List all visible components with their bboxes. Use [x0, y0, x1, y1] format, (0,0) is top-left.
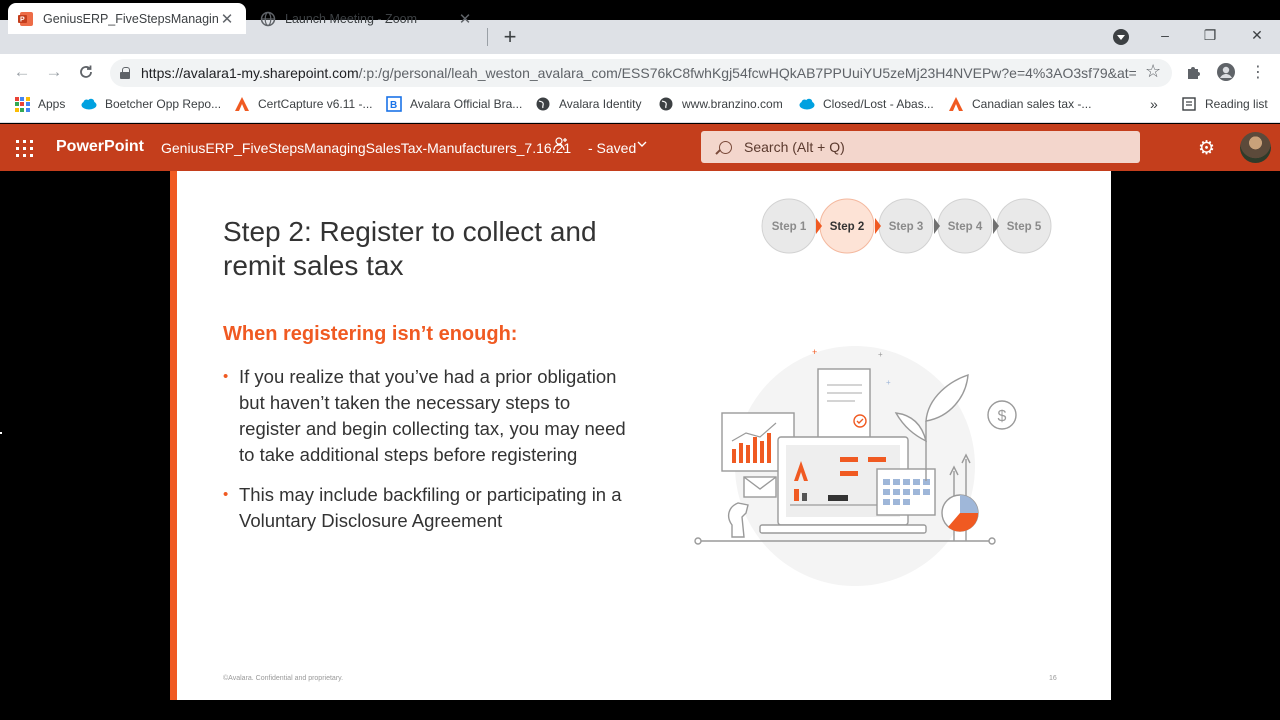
chevron-down-icon[interactable] [637, 138, 647, 152]
shared-person-icon [553, 137, 569, 154]
svg-text:+: + [886, 378, 891, 387]
bookmark-canadian-sales-tax[interactable]: Canadian sales tax -... [948, 95, 1091, 113]
bullet-list: If you realize that you’ve had a prior o… [223, 364, 633, 548]
svg-text:+: + [878, 350, 883, 359]
reading-list-icon [1181, 96, 1197, 112]
search-icon [719, 140, 732, 154]
step-label: Step 1 [772, 221, 807, 233]
bookmark-star-icon[interactable]: ☆ [1145, 61, 1161, 82]
search-placeholder: Search (Alt + Q) [744, 139, 845, 155]
salesforce-cloud-icon [81, 96, 97, 112]
url-text: https://avalara1-my.sharepoint.com/:p:/g… [141, 65, 1136, 81]
save-status: - Saved [588, 140, 637, 156]
tab-title: Launch Meeting - Zoom [285, 11, 418, 26]
close-tab-icon[interactable]: ✕ [456, 10, 474, 28]
globe-icon [535, 96, 551, 112]
close-tab-icon[interactable]: ✕ [218, 10, 236, 28]
step-1: Step 1 [761, 198, 817, 254]
tab-zoom[interactable]: Launch Meeting - Zoom ✕ [248, 3, 486, 34]
address-bar[interactable]: https://avalara1-my.sharepoint.com/:p:/g… [110, 59, 1172, 87]
slide-accent-bar [170, 171, 177, 700]
bullet-item: This may include backfiling or participa… [223, 482, 633, 534]
step-5: Step 5 [993, 198, 1052, 254]
tab-separator [487, 28, 488, 46]
app-brand[interactable]: PowerPoint [56, 138, 144, 156]
extensions-puzzle-icon[interactable] [1181, 60, 1205, 84]
step-label: Step 3 [889, 221, 924, 233]
slide-footer: ©Avalara. Confidential and proprietary. [223, 675, 344, 682]
bookmark-certcapture[interactable]: CertCapture v6.11 -... [234, 95, 373, 113]
close-window-button[interactable]: ✕ [1237, 22, 1277, 48]
tab-title: GeniusERP_FiveStepsManagingS... [43, 11, 218, 26]
salesforce-cloud-icon [799, 96, 815, 112]
bullet-item: If you realize that you’ve had a prior o… [223, 364, 633, 468]
minimize-button[interactable]: – [1145, 22, 1185, 48]
tab-search-icon[interactable] [1113, 29, 1129, 45]
svg-text:$: $ [998, 408, 1007, 425]
ppt-search-box[interactable]: Search (Alt + Q) [701, 131, 1140, 163]
restore-button[interactable]: ❐ [1190, 22, 1230, 48]
bookmark-boetcher[interactable]: Boetcher Opp Repo... [81, 95, 221, 113]
step-2: Step 2 [816, 198, 875, 254]
browser-menu-icon[interactable]: ⋮ [1246, 60, 1270, 84]
step-progress: Step 1 Step 2 Step 3 Step 4 Step 5 [761, 198, 1052, 254]
bookmark-avalara-brand[interactable]: B Avalara Official Bra... [386, 95, 522, 113]
bookmark-closed-lost[interactable]: Closed/Lost - Abas... [799, 95, 934, 113]
globe-icon [658, 96, 674, 112]
step-label: Step 5 [1007, 221, 1042, 233]
lock-icon [120, 67, 130, 79]
tab-powerpoint[interactable]: P GeniusERP_FiveStepsManagingS... ✕ [8, 3, 246, 34]
bookmark-apps[interactable]: Apps [14, 95, 65, 113]
reading-list-button[interactable]: Reading list [1181, 95, 1268, 113]
profile-icon[interactable] [1214, 60, 1238, 84]
avalara-icon [234, 96, 250, 112]
slide-title: Step 2: Register to collect and remit sa… [223, 216, 597, 281]
forward-arrow-icon[interactable]: → [42, 60, 66, 84]
step-3: Step 3 [875, 198, 934, 254]
new-tab-button[interactable]: + [499, 24, 521, 50]
document-title[interactable]: GeniusERP_FiveStepsManagingSalesTax-Manu… [161, 140, 571, 156]
app-launcher-icon[interactable] [16, 140, 33, 157]
cursor-mark [0, 432, 2, 434]
globe-favicon-icon [260, 11, 276, 27]
gear-icon[interactable]: ⚙ [1198, 137, 1215, 160]
reload-icon[interactable] [74, 60, 98, 84]
svg-text:P: P [20, 16, 25, 23]
back-arrow-icon[interactable]: ← [10, 60, 34, 84]
slide-canvas: Step 2: Register to collect and remit sa… [170, 171, 1111, 700]
step-4: Step 4 [934, 198, 993, 254]
more-bookmarks-button[interactable]: » [1150, 95, 1158, 113]
avatar[interactable] [1240, 132, 1271, 163]
svg-text:B: B [390, 100, 397, 111]
apps-grid-icon [14, 96, 30, 112]
tax-illustration: $ + + + [694, 346, 1017, 586]
step-label: Step 2 [830, 221, 865, 233]
bookmark-avalara-identity[interactable]: Avalara Identity [535, 95, 642, 113]
powerpoint-favicon-icon: P [18, 11, 34, 27]
step-label: Step 4 [948, 221, 983, 233]
svg-text:+: + [812, 347, 817, 357]
brand-icon: B [386, 96, 402, 112]
slide-page-number: 16 [1049, 675, 1057, 682]
slide-subheading: When registering isn’t enough: [223, 323, 518, 345]
avalara-icon [948, 96, 964, 112]
bookmark-branzino[interactable]: www.branzino.com [658, 95, 783, 113]
